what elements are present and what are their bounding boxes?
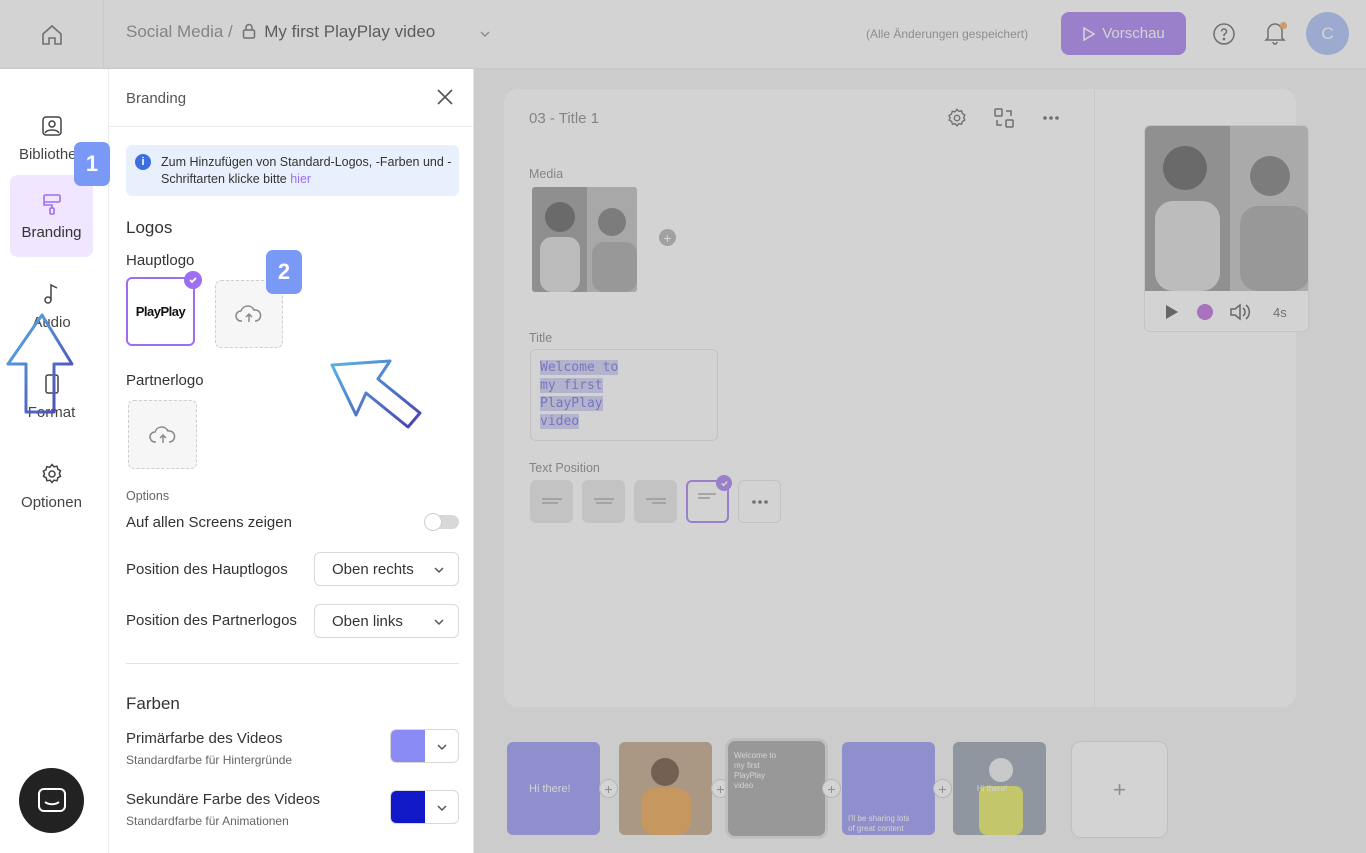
chat-support-button[interactable] (19, 768, 84, 833)
colors-heading: Farben (126, 694, 180, 713)
panel-title: Branding (126, 90, 187, 107)
partner-logo-position-value: Oben links (332, 612, 403, 630)
show-all-screens-toggle[interactable] (424, 513, 459, 531)
partner-logo-label: Partnerlogo (126, 372, 204, 389)
paint-roller-icon (42, 193, 61, 215)
info-banner: i Zum Hinzufügen von Standard-Logos, -Fa… (126, 145, 459, 196)
image-icon (41, 115, 62, 136)
panel-close-button[interactable] (435, 87, 455, 112)
show-all-screens-label: Auf allen Screens zeigen (126, 514, 292, 531)
secondary-color-picker[interactable] (390, 790, 459, 824)
main-logo-text: PlayPlay (135, 304, 186, 319)
nav-item-branding[interactable]: Branding (10, 175, 93, 257)
chat-icon (37, 787, 66, 812)
nav-options-label: Optionen (21, 493, 82, 511)
partner-logo-position-select[interactable]: Oben links (314, 604, 459, 638)
info-text: Zum Hinzufügen von Standard-Logos, -Farb… (161, 154, 453, 188)
main-logo-position-value: Oben rechts (332, 560, 414, 578)
primary-color-label: Primärfarbe des Videos (126, 730, 283, 747)
main-logo-selected[interactable]: PlayPlay (126, 277, 195, 346)
close-icon (437, 89, 453, 105)
main-logo-label: Hauptlogo (126, 252, 195, 269)
primary-color-picker[interactable] (390, 729, 459, 763)
left-nav: Bibliothek Branding Audio Format Optione… (0, 69, 109, 853)
tutorial-cursor-arrow-icon (330, 359, 422, 429)
secondary-color-label: Sekundäre Farbe des Videos (126, 791, 321, 808)
primary-color-sub: Standardfarbe für Hintergründe (126, 753, 293, 767)
chevron-down-icon (437, 805, 447, 812)
primary-color-swatch (391, 730, 425, 762)
chevron-down-icon (434, 619, 444, 626)
cloud-upload-icon (235, 305, 262, 322)
modal-dim-overlay (474, 0, 1366, 853)
toggle-knob (424, 513, 442, 531)
info-icon: i (135, 154, 151, 170)
nav-item-options[interactable]: Optionen (10, 445, 93, 527)
section-divider (126, 663, 459, 664)
chevron-down-icon (437, 744, 447, 751)
partner-logo-upload[interactable] (128, 400, 197, 469)
cloud-upload-icon (148, 425, 175, 443)
step-badge-2: 2 (266, 250, 302, 294)
check-icon (184, 271, 202, 289)
step-badge-1: 1 (74, 142, 110, 186)
panel-header: Branding (109, 69, 473, 127)
logos-heading: Logos (126, 218, 173, 237)
header-dim-overlay (0, 0, 474, 69)
tutorial-arrow-up-icon (6, 313, 74, 414)
nav-branding-label: Branding (21, 223, 82, 241)
partner-logo-position-label: Position des Partnerlogos (126, 612, 297, 629)
options-label: Options (126, 489, 170, 503)
main-logo-position-label: Position des Hauptlogos (126, 561, 288, 578)
chevron-down-icon (434, 567, 444, 574)
info-link[interactable]: hier (290, 172, 311, 186)
secondary-color-swatch (391, 791, 425, 823)
branding-panel: Branding i Zum Hinzufügen von Standard-L… (109, 69, 474, 853)
main-logo-position-select[interactable]: Oben rechts (314, 552, 459, 586)
music-note-icon (43, 283, 57, 304)
gear-icon (41, 462, 61, 484)
secondary-color-sub: Standardfarbe für Animationen (126, 814, 289, 828)
